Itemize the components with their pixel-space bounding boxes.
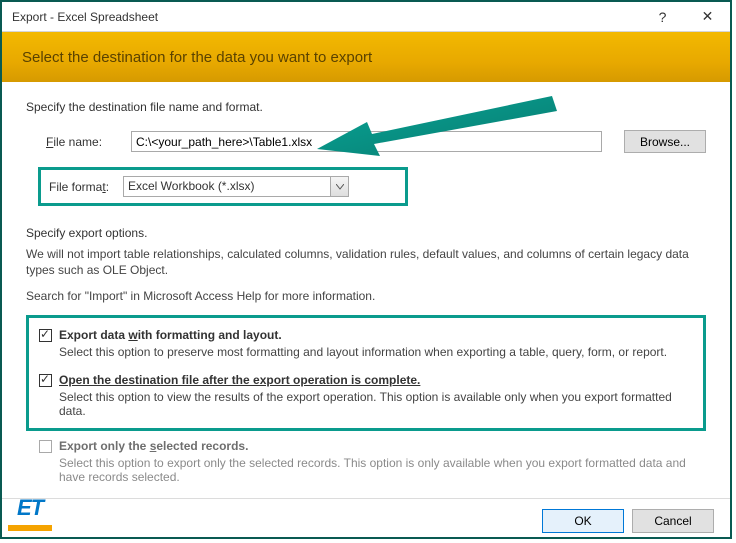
filename-row: File name: Browse... <box>46 130 706 153</box>
options-help-hint: Search for "Import" in Microsoft Access … <box>26 288 706 304</box>
cancel-button[interactable]: Cancel <box>632 509 714 533</box>
option-open-after-label: Open the destination file after the expo… <box>59 373 693 387</box>
banner: Select the destination for the data you … <box>2 32 730 82</box>
content: Specify the destination file name and fo… <box>2 82 730 499</box>
file-format-combo[interactable]: Excel Workbook (*.xlsx) <box>123 176 349 197</box>
filename-input[interactable] <box>131 131 602 152</box>
titlebar: Export - Excel Spreadsheet ? ✕ <box>2 2 730 32</box>
window-title: Export - Excel Spreadsheet <box>12 10 640 24</box>
option-selected-records-desc: Select this option to export only the se… <box>59 456 706 484</box>
help-button[interactable]: ? <box>640 2 685 31</box>
file-format-label: File format: <box>49 180 123 194</box>
export-dialog: Export - Excel Spreadsheet ? ✕ Select th… <box>0 0 732 539</box>
option-open-after-desc: Select this option to view the results o… <box>59 390 693 418</box>
checkbox-export-formatting[interactable] <box>39 329 52 342</box>
option-export-formatting: Export data with formatting and layout. … <box>39 328 693 359</box>
footer: OK Cancel <box>2 499 730 543</box>
option-export-formatting-desc: Select this option to preserve most form… <box>59 345 693 359</box>
options-warning: We will not import table relationships, … <box>26 246 706 278</box>
banner-text: Select the destination for the data you … <box>22 49 372 66</box>
chevron-down-icon[interactable] <box>330 177 348 196</box>
option-selected-records-label: Export only the selected records. <box>59 439 706 453</box>
close-button[interactable]: ✕ <box>685 2 730 31</box>
logo-badge: ET <box>8 491 52 531</box>
options-highlight-box: Export data with formatting and layout. … <box>26 315 706 431</box>
checkbox-selected-records <box>39 440 52 453</box>
titlebar-controls: ? ✕ <box>640 2 730 31</box>
file-format-value: Excel Workbook (*.xlsx) <box>124 177 330 196</box>
option-selected-records: Export only the selected records. Select… <box>39 439 706 484</box>
file-format-highlight: File format: Excel Workbook (*.xlsx) <box>38 167 408 206</box>
checkbox-open-after[interactable] <box>39 374 52 387</box>
ok-button[interactable]: OK <box>542 509 624 533</box>
filename-label: File name: <box>46 135 131 149</box>
option-open-after: Open the destination file after the expo… <box>39 373 693 418</box>
option-export-formatting-label: Export data with formatting and layout. <box>59 328 693 342</box>
dest-instruction: Specify the destination file name and fo… <box>26 100 706 114</box>
options-heading: Specify export options. <box>26 226 706 240</box>
browse-button[interactable]: Browse... <box>624 130 706 153</box>
